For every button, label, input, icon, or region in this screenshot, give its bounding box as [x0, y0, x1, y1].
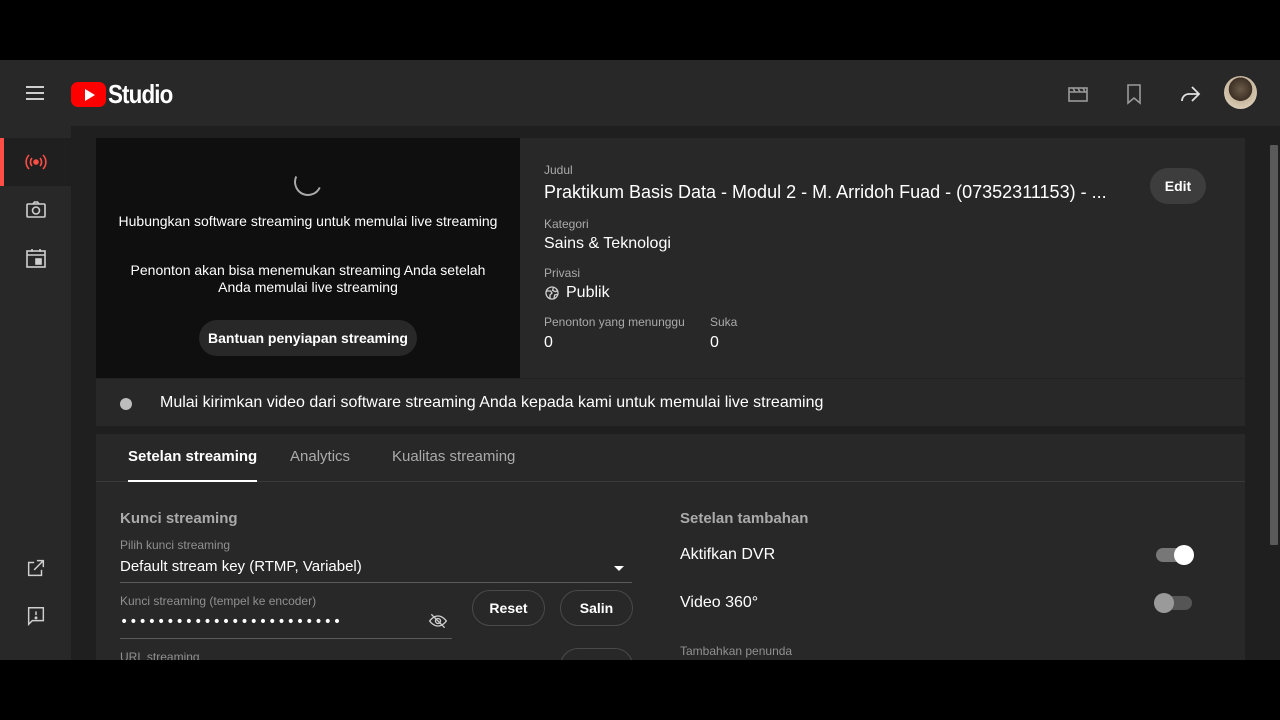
copy-button[interactable]: Salin: [560, 590, 633, 626]
share-icon[interactable]: [1178, 82, 1202, 106]
settings-panel: Setelan streaming Analytics Kualitas str…: [96, 434, 1245, 660]
category-label: Kategori: [544, 217, 589, 231]
left-rail: [0, 126, 72, 660]
stream-status-bar: Mulai kirimkan video dari software strea…: [96, 378, 1245, 426]
page-scrollbar[interactable]: [1270, 145, 1278, 545]
video360-toggle[interactable]: [1154, 593, 1192, 613]
feedback-icon: [27, 607, 44, 627]
youtube-logo-icon: [71, 81, 106, 107]
dvr-toggle[interactable]: [1156, 545, 1194, 565]
preview-submessage: Penonton akan bisa menemukan streaming A…: [130, 262, 486, 295]
youtube-studio-logo[interactable]: Studio: [71, 78, 183, 109]
stream-preview: Hubungkan software streaming untuk memul…: [96, 138, 520, 378]
likes-label: Suka: [710, 315, 738, 329]
stream-url-label: URL streaming: [120, 650, 200, 660]
tab-analytics[interactable]: Analytics: [290, 448, 350, 482]
dvr-label: Aktifkan DVR: [680, 546, 776, 563]
tab-stream-quality[interactable]: Kualitas streaming: [392, 448, 515, 482]
tab-stream-settings[interactable]: Setelan streaming: [128, 448, 258, 482]
stream-title: Praktikum Basis Data - Modul 2 - M. Arri…: [544, 182, 1107, 202]
status-indicator-icon: [120, 398, 132, 410]
video360-label: Video 360°: [680, 594, 759, 611]
stream-info: Judul Praktikum Basis Data - Modul 2 - M…: [520, 138, 1245, 378]
delay-label: Tambahkan penunda: [680, 644, 793, 658]
select-key-label: Pilih kunci streaming: [120, 538, 231, 552]
globe-icon: [545, 286, 559, 300]
stream-key-input[interactable]: [120, 614, 430, 630]
chevron-down-icon[interactable]: [614, 566, 624, 571]
clapperboard-icon[interactable]: [1066, 82, 1090, 106]
external-link-icon: [27, 559, 44, 577]
avatar[interactable]: [1224, 76, 1257, 109]
waiting-viewers-count: 0: [544, 334, 553, 351]
webcam-icon: [25, 201, 46, 218]
reset-button[interactable]: Reset: [472, 590, 545, 626]
stream-key-title: Kunci streaming: [120, 510, 238, 527]
extra-settings-title: Setelan tambahan: [680, 510, 809, 527]
bookmark-icon[interactable]: [1122, 82, 1146, 106]
logo-text: Studio: [108, 78, 173, 109]
rail-item-external[interactable]: [0, 544, 71, 592]
privacy-value-row: Publik: [544, 284, 610, 302]
rail-item-webcam[interactable]: [0, 186, 71, 234]
streaming-help-button[interactable]: Bantuan penyiapan streaming: [199, 320, 417, 356]
main-content: Hubungkan software streaming untuk memul…: [72, 126, 1280, 660]
copy-url-button[interactable]: [560, 648, 633, 660]
category-value: Sains & Teknologi: [544, 235, 671, 252]
eye-off-icon[interactable]: [428, 611, 448, 631]
settings-tabs: Setelan streaming Analytics Kualitas str…: [96, 434, 1245, 482]
menu-icon[interactable]: [24, 83, 48, 103]
rail-item-feedback[interactable]: [0, 592, 71, 640]
loading-spinner-icon: [290, 164, 326, 200]
edit-button[interactable]: Edit: [1150, 168, 1206, 204]
studio-window: Studio Hubungkan software streaming untu…: [0, 60, 1280, 660]
privacy-label: Privasi: [544, 266, 581, 280]
rail-item-schedule[interactable]: [0, 234, 71, 282]
calendar-icon: [25, 249, 46, 268]
likes-count: 0: [710, 334, 719, 351]
stream-key-select[interactable]: Default stream key (RTMP, Variabel): [120, 558, 362, 575]
live-stream-icon: [24, 154, 47, 170]
title-label: Judul: [544, 163, 573, 177]
preview-message: Hubungkan software streaming untuk memul…: [118, 213, 498, 229]
stream-key-label: Kunci streaming (tempel ke encoder): [120, 594, 317, 608]
rail-item-live[interactable]: [0, 138, 71, 186]
status-text: Mulai kirimkan video dari software strea…: [160, 394, 824, 411]
top-header: Studio: [0, 60, 1280, 126]
privacy-value: Publik: [566, 284, 610, 301]
waiting-viewers-label: Penonton yang menunggu: [544, 315, 685, 329]
